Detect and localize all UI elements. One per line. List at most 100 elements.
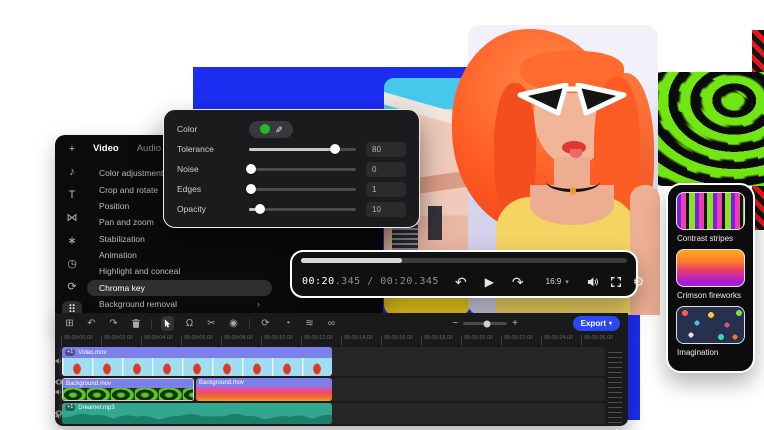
- redo-icon[interactable]: ↷: [107, 316, 120, 331]
- track-controls: [55, 406, 62, 430]
- edges-slider[interactable]: [249, 188, 356, 191]
- add-to-timeline-icon[interactable]: ⊞: [63, 316, 76, 331]
- slider-row-tolerance: Tolerance80: [177, 139, 406, 159]
- tab-audio[interactable]: Audio: [137, 143, 161, 154]
- rotate-clip-icon[interactable]: ⟳: [259, 316, 272, 331]
- undo-icon[interactable]: ↶: [85, 316, 98, 331]
- background-clip[interactable]: Background.mov: [62, 378, 194, 401]
- mute-track-icon[interactable]: [55, 382, 62, 400]
- play-button[interactable]: ▶: [485, 276, 494, 288]
- undo-icon[interactable]: ↶: [455, 275, 467, 289]
- tab-video[interactable]: Video: [93, 143, 119, 154]
- ruler-timestamp: 00:00:10.00: [261, 335, 301, 346]
- effect-label: Crimson fireworks: [677, 291, 745, 300]
- select-tool-icon[interactable]: [161, 316, 174, 331]
- sidebar-item-chroma-key[interactable]: Chroma key: [87, 280, 272, 296]
- effects-panel: Contrast stripes Crimson fireworks Imagina…: [666, 183, 755, 373]
- slider-thumb[interactable]: [330, 144, 340, 154]
- slider-row-noise: Noise0: [177, 159, 406, 179]
- slider-value[interactable]: 80: [366, 142, 406, 157]
- playback-bar: 00:20.345 / 00:20.345 ↶ ▶ ↷ 16:9 ▾ ⚙: [290, 250, 638, 298]
- zoom-in-icon[interactable]: +: [512, 318, 518, 329]
- sidebar-item-stabilization[interactable]: Stabilization: [87, 231, 272, 247]
- zoom-out-icon[interactable]: −: [452, 318, 458, 329]
- sidebar-item-background-removal[interactable]: Background removal›: [87, 296, 272, 312]
- color-picker-pill[interactable]: ✎: [249, 121, 293, 138]
- audio-levels-icon[interactable]: ≋: [303, 316, 316, 331]
- clip-filmstrip: [62, 358, 332, 376]
- opacity-slider[interactable]: [249, 208, 356, 211]
- rotate-icon[interactable]: ⟳: [62, 278, 82, 296]
- sidebar-item-animation[interactable]: Animation: [87, 247, 272, 263]
- mute-track-icon[interactable]: [55, 351, 62, 369]
- magnet-icon[interactable]: Ω: [183, 316, 196, 331]
- sidebar-item-label: Crop and rotate: [99, 185, 158, 195]
- zoom-slider[interactable]: [463, 322, 507, 325]
- chevron-down-icon: ▾: [565, 278, 569, 286]
- audio-icon[interactable]: ♪: [62, 163, 82, 181]
- detach-audio-icon[interactable]: ∞: [325, 316, 338, 331]
- color-swatch[interactable]: [260, 124, 270, 134]
- slider-thumb[interactable]: [255, 204, 265, 214]
- audio-clip[interactable]: +1 Dreamer.mp3: [62, 403, 332, 424]
- color-label: Color: [177, 124, 249, 134]
- clip-filmstrip: [196, 387, 332, 401]
- volume-icon[interactable]: [587, 277, 598, 287]
- clip-header: Background.mov: [196, 378, 332, 387]
- model-pendant: [570, 187, 576, 195]
- model-tongue: [570, 149, 582, 158]
- seek-bar[interactable]: [301, 258, 627, 263]
- video-clip[interactable]: +1 Video.mov: [62, 347, 332, 376]
- speed-icon[interactable]: ◔: [281, 316, 294, 331]
- green-swirl-artwork: [645, 72, 764, 186]
- effect-thumbnail[interactable]: [676, 249, 745, 287]
- effect-card-imagination[interactable]: Imagination: [676, 306, 745, 357]
- ruler-timestamp: 00:00:00.00: [61, 335, 101, 346]
- slider-thumb[interactable]: [246, 184, 256, 194]
- clip-label: Background.mov: [66, 381, 111, 387]
- transitions-icon[interactable]: ⋈: [62, 209, 82, 227]
- effect-thumbnail[interactable]: [676, 192, 745, 230]
- delete-icon[interactable]: [129, 316, 142, 331]
- add-media-icon[interactable]: +: [62, 140, 82, 158]
- slider-thumb[interactable]: [246, 164, 256, 174]
- slider-label: Edges: [177, 184, 249, 194]
- sidebar-item-label: Animation: [99, 250, 137, 260]
- effects-icon[interactable]: ∗: [62, 232, 82, 250]
- chroma-key-panel: Color ✎ Tolerance80Noise0Edges1Opacity10: [163, 109, 420, 228]
- ruler-timestamp: 00:00:20.00: [461, 335, 501, 346]
- timeline-ruler[interactable]: 00:00:00.0000:00:02.0000:00:04.0000:00:0…: [61, 335, 621, 346]
- effect-label: Contrast stripes: [677, 234, 745, 243]
- zoom-slider-thumb[interactable]: [484, 320, 491, 327]
- text-icon[interactable]: T: [62, 186, 82, 204]
- sidebar-item-highlight-and-conceal[interactable]: Highlight and conceal: [87, 263, 272, 279]
- background-clip[interactable]: Background.mov: [196, 378, 332, 401]
- duration-icon[interactable]: ◷: [62, 255, 82, 273]
- slider-value[interactable]: 1: [366, 182, 406, 197]
- slider-value[interactable]: 10: [366, 202, 406, 217]
- sidebar-item-label: Pan and zoom: [99, 217, 154, 227]
- effect-card-crimson-fireworks[interactable]: Crimson fireworks: [676, 249, 745, 300]
- marker-icon[interactable]: ◉: [227, 316, 240, 331]
- timeline-toolbar: ⊞ ↶ ↷ Ω ✂ ◉ ⟳ ◔ ≋ ∞: [63, 313, 338, 334]
- effect-thumbnail[interactable]: [676, 306, 745, 344]
- marketing-composition: +♪T⋈∗◷⟳⠿ VideoAudio Color adjustmentsCro…: [0, 0, 764, 430]
- chevron-right-icon: ›: [257, 299, 260, 309]
- redo-icon[interactable]: ↷: [512, 275, 524, 289]
- ruler-timestamp: 00:00:08.00: [221, 335, 261, 346]
- ruler-timestamp: 00:00:04.00: [141, 335, 181, 346]
- tolerance-slider[interactable]: [249, 148, 356, 151]
- noise-slider[interactable]: [249, 168, 356, 171]
- chevron-down-icon: ▾: [609, 320, 612, 327]
- clip-label: Video.mov: [78, 350, 106, 356]
- eyedropper-icon[interactable]: ✎: [272, 125, 283, 133]
- sidebar-item-label: Position: [99, 201, 129, 211]
- slider-value[interactable]: 0: [366, 162, 406, 177]
- fullscreen-icon[interactable]: [611, 277, 621, 287]
- split-icon[interactable]: ✂: [205, 316, 218, 331]
- aspect-ratio-selector[interactable]: 16:9 ▾: [546, 277, 569, 286]
- effect-card-contrast-stripes[interactable]: Contrast stripes: [676, 192, 745, 243]
- mute-track-icon[interactable]: [55, 406, 62, 424]
- settings-icon[interactable]: ⚙: [633, 275, 645, 288]
- export-button[interactable]: Export ▾: [573, 316, 620, 331]
